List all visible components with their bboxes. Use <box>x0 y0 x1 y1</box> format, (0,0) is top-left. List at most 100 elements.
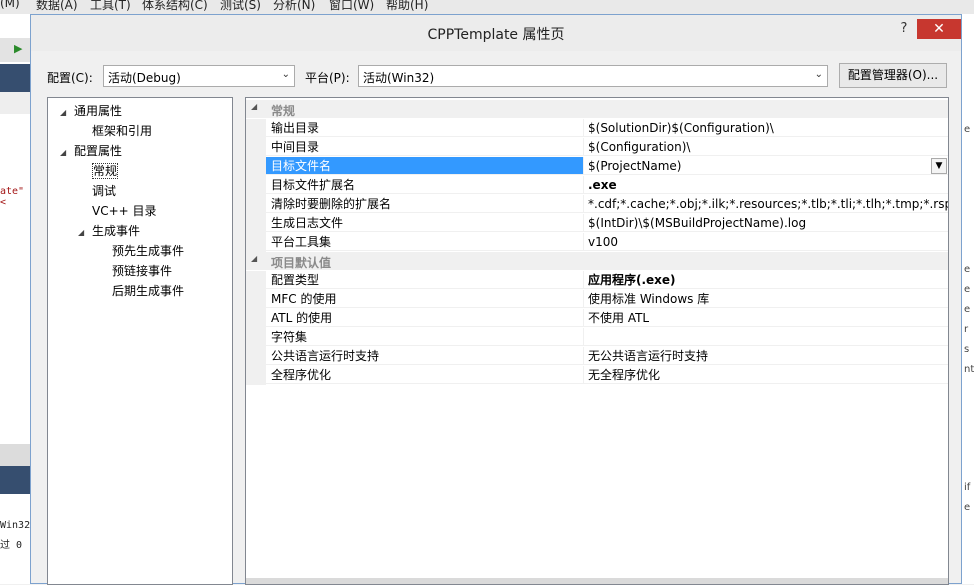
tree-item-label: 后期生成事件 <box>112 284 185 298</box>
config-dropdown[interactable]: 活动(Debug) ⌄ <box>103 65 295 87</box>
tree-item-label: 通用属性 <box>74 104 123 118</box>
property-row-use-of-mfc[interactable]: MFC 的使用 使用标准 Windows 库 <box>246 290 948 309</box>
ide-text-fragment: e <box>964 264 971 275</box>
ide-menu-item[interactable]: 测试(S) <box>220 0 261 13</box>
property-name: 清除时要删除的扩展名 <box>266 195 584 213</box>
ide-output-header <box>0 444 30 466</box>
property-name: 输出目录 <box>266 119 584 137</box>
tree-item-framework-references[interactable]: 框架和引用 <box>78 122 152 139</box>
property-value[interactable]: $(Configuration)\ <box>584 138 948 156</box>
property-value[interactable]: $(ProjectName) <box>584 157 948 175</box>
collapse-icon[interactable]: ◢ <box>78 228 92 237</box>
ide-code-line: ate"< <box>0 186 25 208</box>
property-value[interactable]: v100 <box>584 233 948 251</box>
tree-item-label: 预链接事件 <box>112 264 173 278</box>
platform-value: 活动(Win32) <box>363 71 435 85</box>
collapse-icon[interactable]: ◢ <box>251 254 257 263</box>
config-value: 活动(Debug) <box>108 71 181 85</box>
collapse-icon[interactable]: ◢ <box>60 148 74 157</box>
ide-text-fragment: nt <box>964 364 974 375</box>
property-value[interactable]: *.cdf;*.cache;*.obj;*.ilk;*.resources;*.… <box>584 195 948 213</box>
tree-item-pre-build-event[interactable]: 预先生成事件 <box>98 242 184 259</box>
ide-text-fragment: if <box>964 482 971 493</box>
category-project-defaults[interactable]: ◢ 项目默认值 <box>246 252 948 270</box>
ide-text-fragment: e <box>964 124 971 135</box>
property-name: MFC 的使用 <box>266 290 584 308</box>
property-row-output-directory[interactable]: 输出目录 $(SolutionDir)$(Configuration)\ <box>246 119 948 138</box>
property-value[interactable]: .exe <box>584 176 948 194</box>
ide-panel-header <box>0 92 30 114</box>
dialog-titlebar[interactable]: CPPTemplate 属性页 ? ✕ <box>31 15 961 51</box>
tree-item-label: 调试 <box>92 184 117 198</box>
play-icon[interactable]: ▶ <box>14 42 22 55</box>
chevron-down-icon: ⌄ <box>281 69 290 80</box>
tree-item-build-events[interactable]: ◢ 生成事件 <box>78 222 140 239</box>
dropdown-arrow-icon[interactable]: ▼ <box>931 158 947 174</box>
property-row-character-set[interactable]: 字符集 <box>246 328 948 347</box>
property-row-use-of-atl[interactable]: ATL 的使用 不使用 ATL <box>246 309 948 328</box>
ide-menu-item[interactable]: 体系结构(C) <box>142 0 208 13</box>
ide-menu-item[interactable]: 数据(A) <box>36 0 78 13</box>
collapse-icon[interactable]: ◢ <box>60 108 74 117</box>
property-value[interactable]: 无全程序优化 <box>584 366 948 384</box>
category-label: 常规 <box>271 104 296 118</box>
property-row-clr-support[interactable]: 公共语言运行时支持 无公共语言运行时支持 <box>246 347 948 366</box>
property-value[interactable]: 无公共语言运行时支持 <box>584 347 948 365</box>
ide-menu-item[interactable]: (M) <box>0 0 20 10</box>
property-name: 中间目录 <box>266 138 584 156</box>
category-label: 项目默认值 <box>271 256 332 270</box>
help-button[interactable]: ? <box>894 19 914 39</box>
ide-text-fragment: e <box>964 284 971 295</box>
property-name: 生成日志文件 <box>266 214 584 232</box>
property-row-build-log-file[interactable]: 生成日志文件 $(IntDir)\$(MSBuildProjectName).l… <box>246 214 948 233</box>
property-pages-dialog: CPPTemplate 属性页 ? ✕ 配置(C): 活动(Debug) ⌄ 平… <box>30 14 962 585</box>
configuration-manager-button[interactable]: 配置管理器(O)... <box>839 63 947 88</box>
property-row-target-extension[interactable]: 目标文件扩展名 .exe <box>246 176 948 195</box>
property-row-target-name[interactable]: 目标文件名 $(ProjectName) ▼ <box>246 157 948 176</box>
property-value[interactable]: 应用程序(.exe) <box>584 271 948 289</box>
ide-output-line: 过 0 <box>0 540 23 551</box>
property-name: 平台工具集 <box>266 233 584 251</box>
tree-item-pre-link-event[interactable]: 预链接事件 <box>98 262 172 279</box>
platform-dropdown[interactable]: 活动(Win32) ⌄ <box>358 65 828 87</box>
ide-menu-item[interactable]: 帮助(H) <box>386 0 428 13</box>
tree-item-label: 生成事件 <box>92 224 141 238</box>
tree-item-debugging[interactable]: 调试 <box>78 182 116 199</box>
ide-menu-item[interactable]: 分析(N) <box>273 0 315 13</box>
property-value[interactable]: 使用标准 Windows 库 <box>584 290 948 308</box>
ide-menu-item[interactable]: 窗口(W) <box>329 0 374 13</box>
config-label: 配置(C): <box>47 71 93 85</box>
tree-item-post-build-event[interactable]: 后期生成事件 <box>98 282 184 299</box>
property-name: 目标文件扩展名 <box>266 176 584 194</box>
property-row-whole-program-optimization[interactable]: 全程序优化 无全程序优化 <box>246 366 948 385</box>
ide-menubar: (M) 数据(A) 工具(T) 体系结构(C) 测试(S) 分析(N) 窗口(W… <box>0 0 974 14</box>
property-grid: ◢ 常规 输出目录 $(SolutionDir)$(Configuration)… <box>245 97 949 585</box>
ide-text-fragment: s <box>964 344 970 355</box>
ide-output-line: Win32 <box>0 520 30 531</box>
tree-item-label: 配置属性 <box>74 144 123 158</box>
tree-item-common-properties[interactable]: ◢ 通用属性 <box>60 102 122 119</box>
close-button[interactable]: ✕ <box>917 19 961 39</box>
ide-editor-left: ▶ ate"< Win32 过 0 <box>0 14 30 584</box>
property-value[interactable] <box>584 328 948 346</box>
property-name: ATL 的使用 <box>266 309 584 327</box>
collapse-icon[interactable]: ◢ <box>251 102 257 111</box>
ide-output-tabs <box>0 466 30 494</box>
property-row-intermediate-directory[interactable]: 中间目录 $(Configuration)\ <box>246 138 948 157</box>
category-general[interactable]: ◢ 常规 <box>246 100 948 118</box>
property-name: 公共语言运行时支持 <box>266 347 584 365</box>
platform-label: 平台(P): <box>305 71 350 85</box>
property-value[interactable]: 不使用 ATL <box>584 309 948 327</box>
ide-text-fragment: e <box>964 304 971 315</box>
ide-editor-right: e e e e r s nt if e <box>962 14 974 584</box>
property-row-configuration-type[interactable]: 配置类型 应用程序(.exe) <box>246 271 948 290</box>
tree-item-general[interactable]: 常规 <box>78 162 119 179</box>
property-row-extensions-to-delete[interactable]: 清除时要删除的扩展名 *.cdf;*.cache;*.obj;*.ilk;*.r… <box>246 195 948 214</box>
tree-item-configuration-properties[interactable]: ◢ 配置属性 <box>60 142 122 159</box>
description-splitter[interactable] <box>246 578 948 584</box>
tree-item-vc-directories[interactable]: VC++ 目录 <box>78 202 157 219</box>
ide-menu-item[interactable]: 工具(T) <box>90 0 131 13</box>
property-value[interactable]: $(IntDir)\$(MSBuildProjectName).log <box>584 214 948 232</box>
property-row-platform-toolset[interactable]: 平台工具集 v100 <box>246 233 948 252</box>
property-value[interactable]: $(SolutionDir)$(Configuration)\ <box>584 119 948 137</box>
